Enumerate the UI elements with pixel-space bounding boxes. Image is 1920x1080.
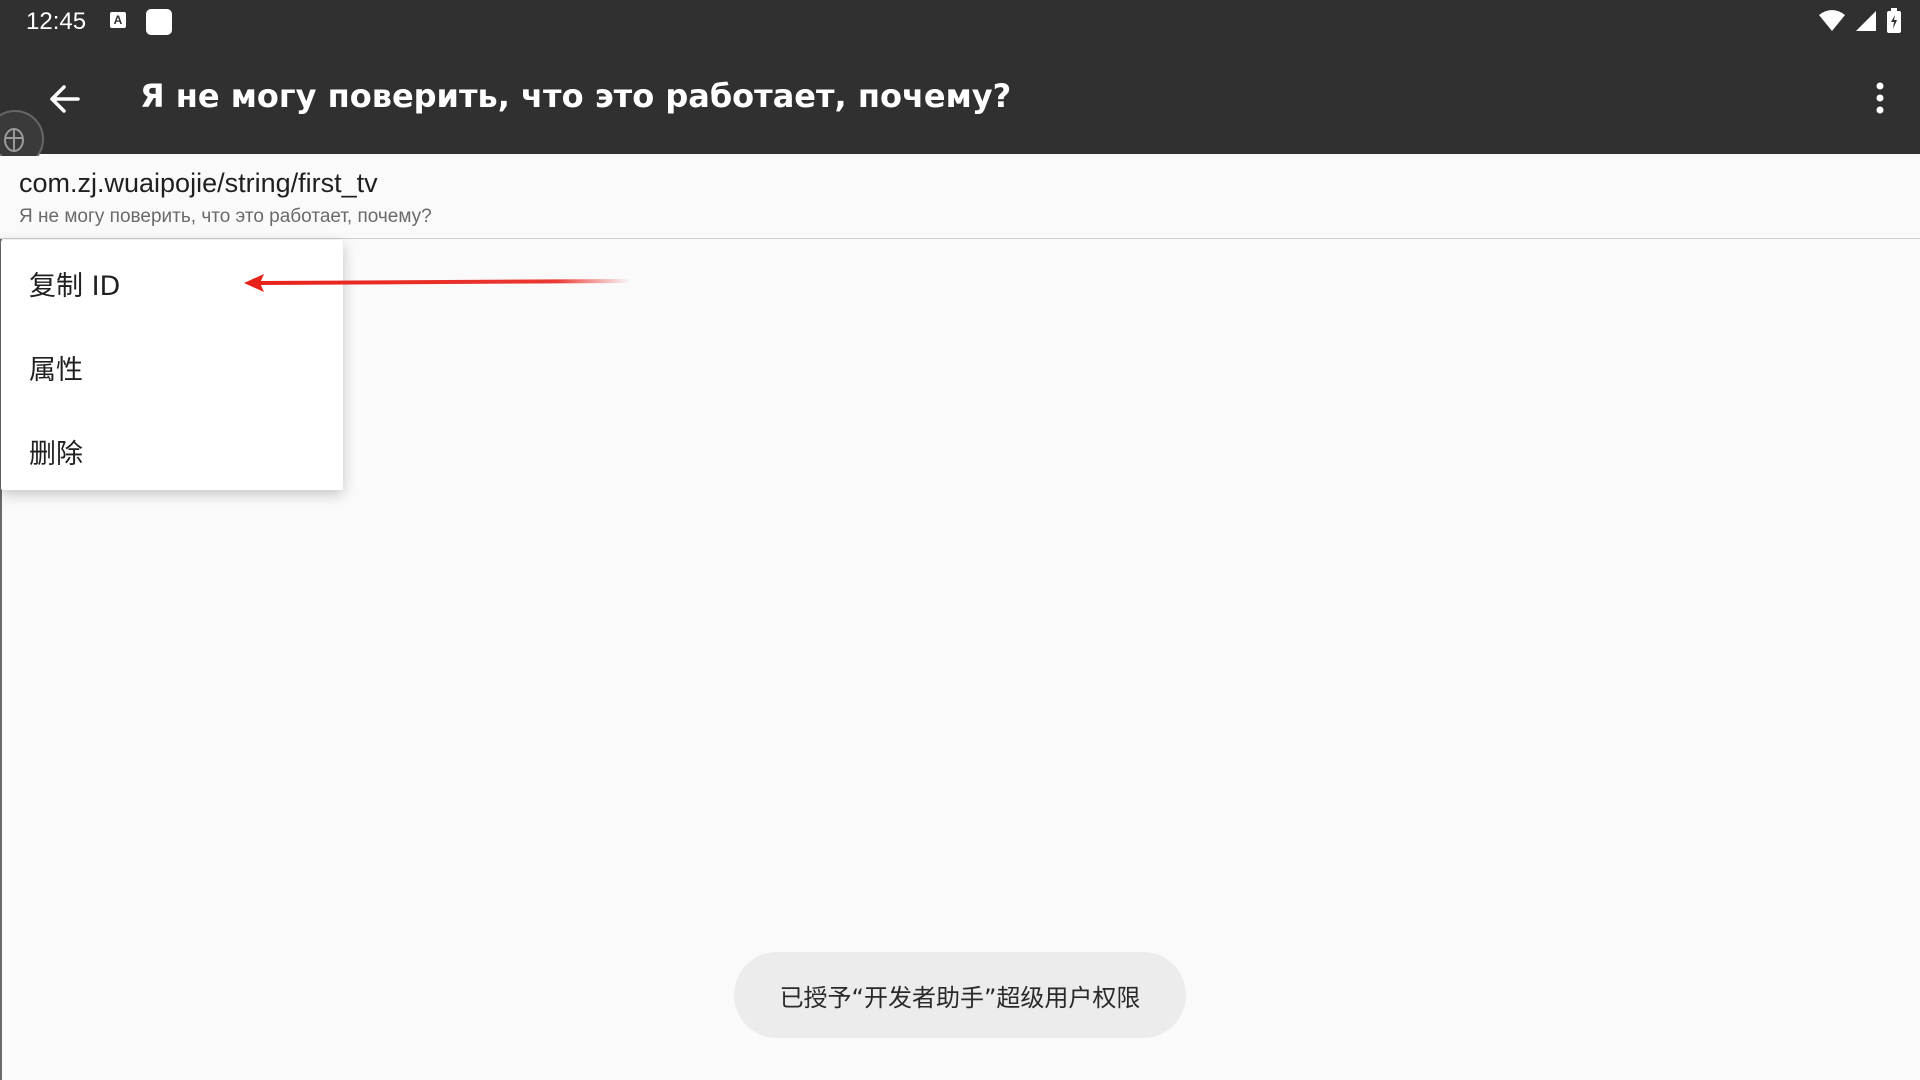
a-notification-icon: A — [110, 12, 126, 28]
menu-item-delete[interactable]: 删除 — [29, 432, 83, 471]
toast-message: 已授予“开发者助手”超级用户权限 — [734, 952, 1186, 1038]
white-square-notification-icon — [146, 9, 172, 35]
resource-list-item[interactable]: com.zj.wuaipojie/string/first_tv Я не мо… — [0, 156, 1920, 239]
signal-icon — [1856, 11, 1876, 31]
arrow-left-icon[interactable] — [40, 74, 90, 124]
status-bar: 12:45 A — [0, 0, 1920, 44]
app-bar: Я не могу поверить, что это работает, по… — [0, 44, 1920, 154]
toolbar-title: Я не могу поверить, что это работает, по… — [140, 77, 1012, 115]
wifi-icon — [1819, 10, 1845, 31]
status-right-icons — [1818, 8, 1902, 34]
battery-icon — [1887, 8, 1901, 33]
resource-value-text: Я не могу поверить, что это работает, по… — [19, 206, 432, 227]
more-vert-icon[interactable] — [1870, 78, 1890, 118]
resource-id-text: com.zj.wuaipojie/string/first_tv — [19, 168, 378, 198]
red-arrow-annotation — [244, 274, 631, 292]
menu-item-copy-id[interactable]: 复制 ID — [29, 264, 120, 303]
status-time: 12:45 — [26, 8, 87, 35]
menu-item-properties[interactable]: 属性 — [29, 348, 83, 387]
